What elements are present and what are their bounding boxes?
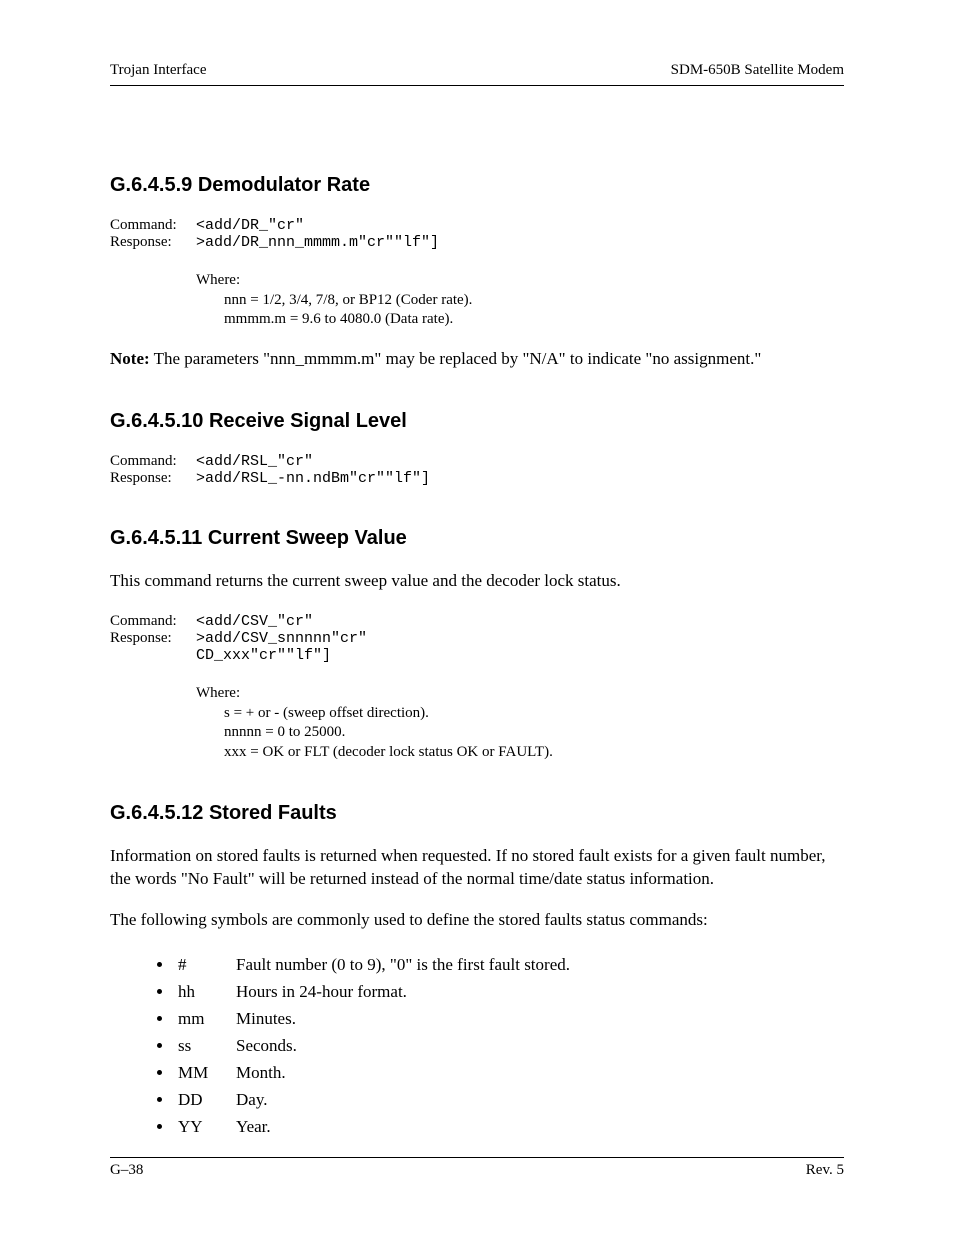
symbol-desc: Year. [236,1117,271,1136]
command-code: <add/DR_"cr" [196,217,439,234]
heading-receive-signal-level: G.6.4.5.10 Receive Signal Level [110,410,844,433]
response-label: Response: [110,470,196,487]
page: Trojan Interface SDM-650B Satellite Mode… [0,0,954,1235]
list-item: YYYear. [174,1116,844,1139]
page-number: G–38 [110,1162,143,1179]
where-block: Where: nnn = 1/2, 3/4, 7/8, or BP12 (Cod… [196,271,844,330]
where-line-1: s = + or - (sweep offset direction). [224,704,844,724]
command-code: <add/RSL_"cr" [196,453,430,470]
symbol: ss [178,1035,236,1058]
symbol: MM [178,1062,236,1085]
section-demodulator-rate: G.6.4.5.9 Demodulator Rate Command: <add… [110,174,844,370]
stored-faults-para-1: Information on stored faults is returned… [110,845,844,891]
response-code: >add/DR_nnn_mmmm.m"cr""lf"] [196,234,439,251]
symbol: # [178,954,236,977]
where-line-2: nnnnn = 0 to 25000. [224,723,844,743]
list-item: #Fault number (0 to 9), "0" is the first… [174,954,844,977]
list-item: ssSeconds. [174,1035,844,1058]
footer-rule [110,1157,844,1158]
symbol-desc: Month. [236,1063,286,1082]
where-label: Where: [196,684,844,704]
intro-paragraph: This command returns the current sweep v… [110,570,844,593]
list-item: mmMinutes. [174,1008,844,1031]
revision: Rev. 5 [806,1162,844,1179]
section-stored-faults: G.6.4.5.12 Stored Faults Information on … [110,802,844,1138]
symbol-desc: Seconds. [236,1036,297,1055]
stored-faults-para-2: The following symbols are commonly used … [110,909,844,932]
command-table: Command: <add/RSL_"cr" Response: >add/RS… [110,453,430,487]
list-item: DDDay. [174,1089,844,1112]
where-block: Where: s = + or - (sweep offset directio… [196,684,844,762]
heading-demodulator-rate: G.6.4.5.9 Demodulator Rate [110,174,844,197]
header-left: Trojan Interface [110,62,207,79]
note-label: Note: [110,349,150,368]
where-line-1: nnn = 1/2, 3/4, 7/8, or BP12 (Coder rate… [224,291,844,311]
command-label: Command: [110,217,196,234]
list-item: hhHours in 24-hour format. [174,981,844,1004]
footer: G–38 Rev. 5 [110,1157,844,1179]
where-label: Where: [196,271,844,291]
symbol: hh [178,981,236,1004]
content: G.6.4.5.9 Demodulator Rate Command: <add… [110,86,844,1139]
response-label: Response: [110,630,196,664]
where-line-3: xxx = OK or FLT (decoder lock status OK … [224,743,844,763]
command-code: <add/CSV_"cr" [196,613,367,630]
list-item: MMMonth. [174,1062,844,1085]
heading-current-sweep-value: G.6.4.5.11 Current Sweep Value [110,527,844,550]
where-line-2: mmmm.m = 9.6 to 4080.0 (Data rate). [224,310,844,330]
section-current-sweep-value: G.6.4.5.11 Current Sweep Value This comm… [110,527,844,762]
symbol-desc: Minutes. [236,1009,296,1028]
symbol-desc: Day. [236,1090,267,1109]
response-label: Response: [110,234,196,251]
response-code: >add/CSV_snnnnn"cr" CD_xxx"cr""lf"] [196,630,367,664]
symbol-desc: Fault number (0 to 9), "0" is the first … [236,955,570,974]
symbol-desc: Hours in 24-hour format. [236,982,407,1001]
command-label: Command: [110,453,196,470]
command-label: Command: [110,613,196,630]
note-paragraph: Note: The parameters "nnn_mmmm.m" may be… [110,348,844,371]
note-text: The parameters "nnn_mmmm.m" may be repla… [150,349,762,368]
heading-stored-faults: G.6.4.5.12 Stored Faults [110,802,844,825]
symbol: DD [178,1089,236,1112]
command-table: Command: <add/CSV_"cr" Response: >add/CS… [110,613,367,664]
command-table: Command: <add/DR_"cr" Response: >add/DR_… [110,217,439,251]
section-receive-signal-level: G.6.4.5.10 Receive Signal Level Command:… [110,410,844,487]
header-right: SDM-650B Satellite Modem [671,62,844,79]
symbol: mm [178,1008,236,1031]
symbol: YY [178,1116,236,1139]
response-code: >add/RSL_-nn.ndBm"cr""lf"] [196,470,430,487]
running-head: Trojan Interface SDM-650B Satellite Mode… [110,62,844,79]
symbol-list: #Fault number (0 to 9), "0" is the first… [110,954,844,1139]
